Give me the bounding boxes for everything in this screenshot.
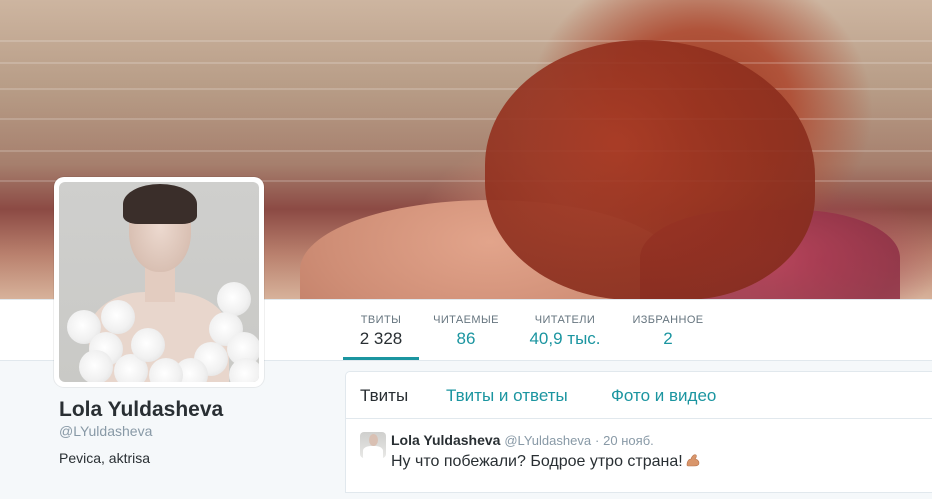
profile-name[interactable]: Lola Yuldasheva — [59, 398, 223, 422]
tab-tweets-and-replies[interactable]: Твиты и ответы — [446, 386, 568, 406]
stat-label: ЧИТАТЕЛИ — [534, 314, 596, 326]
stat-label: ЧИТАЕМЫЕ — [433, 314, 499, 326]
stat-favorites[interactable]: ИЗБРАННОЕ 2 — [626, 300, 710, 360]
stat-value: 40,9 тыс. — [529, 329, 601, 348]
profile-handle[interactable]: @LYuldasheva — [59, 423, 152, 439]
tweet-author-handle[interactable]: @LYuldasheva — [504, 433, 591, 448]
flexed-biceps-icon — [685, 453, 701, 467]
profile-avatar[interactable] — [54, 177, 264, 387]
timeline-tabs: Твиты Твиты и ответы Фото и видео — [346, 372, 932, 419]
avatar-image — [59, 182, 259, 382]
stat-label: ИЗБРАННОЕ — [632, 314, 704, 326]
tweet-text: Ну что побежали? Бодрое утро страна! — [391, 453, 701, 471]
stat-value: 2 328 — [359, 329, 403, 348]
tweet[interactable]: Lola Yuldasheva @LYuldasheva · 20 нояб. … — [346, 419, 932, 499]
stat-followers[interactable]: ЧИТАТЕЛИ 40,9 тыс. — [522, 300, 608, 360]
tweet-header: Lola Yuldasheva @LYuldasheva · 20 нояб. — [391, 432, 654, 448]
stat-following[interactable]: ЧИТАЕМЫЕ 86 — [428, 300, 504, 360]
stat-label: ТВИТЫ — [360, 314, 402, 326]
tab-tweets[interactable]: Твиты — [360, 386, 408, 406]
tweet-text-content: Ну что побежали? Бодрое утро страна! — [391, 453, 683, 470]
timeline: Твиты Твиты и ответы Фото и видео Lola Y… — [345, 371, 932, 493]
stat-tweets[interactable]: ТВИТЫ 2 328 — [343, 300, 419, 360]
tab-photos-and-videos[interactable]: Фото и видео — [611, 386, 716, 406]
tweet-timestamp[interactable]: 20 нояб. — [603, 433, 654, 448]
tweet-author-name[interactable]: Lola Yuldasheva — [391, 432, 500, 448]
profile-bio: Pevica, aktrisa — [59, 450, 151, 466]
tweet-avatar[interactable] — [360, 432, 386, 458]
stat-value: 86 — [456, 329, 476, 348]
tweet-separator: · — [594, 433, 600, 448]
stat-value: 2 — [663, 329, 673, 348]
